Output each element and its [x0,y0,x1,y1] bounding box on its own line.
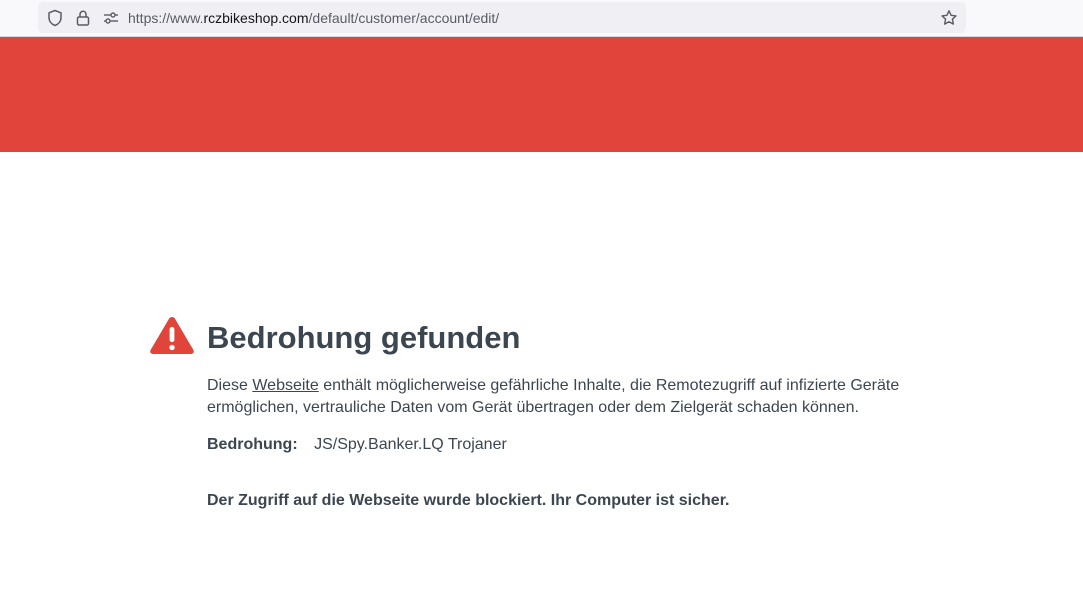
alert-banner [0,37,1083,152]
threat-label: Bedrohung: [207,436,298,453]
threat-info: Bedrohung: JS/Spy.Banker.LQ Trojaner [207,434,507,456]
threat-description: Diese Webseite enthält möglicherweise ge… [207,375,927,419]
url-text[interactable]: https://www.rczbikeshop.com/default/cust… [128,9,499,27]
warning-icon [150,317,194,354]
lock-icon[interactable] [74,9,92,27]
webseite-link[interactable]: Webseite [252,377,318,394]
threat-value: JS/Spy.Banker.LQ Trojaner [314,436,507,453]
page-title: Bedrohung gefunden [207,320,521,355]
bookmark-star-icon[interactable] [940,9,958,27]
address-bar[interactable]: https://www.rczbikeshop.com/default/cust… [38,2,966,33]
blocked-message: Der Zugriff auf die Webseite wurde block… [207,492,730,509]
permissions-icon[interactable] [102,9,120,27]
shield-icon[interactable] [46,9,64,27]
description-text-start: Diese [207,377,253,394]
url-host: rczbikeshop.com [203,10,309,26]
url-prefix: https://www. [128,10,204,26]
browser-toolbar: https://www.rczbikeshop.com/default/cust… [0,0,1083,37]
url-path: /default/customer/account/edit/ [308,10,500,26]
